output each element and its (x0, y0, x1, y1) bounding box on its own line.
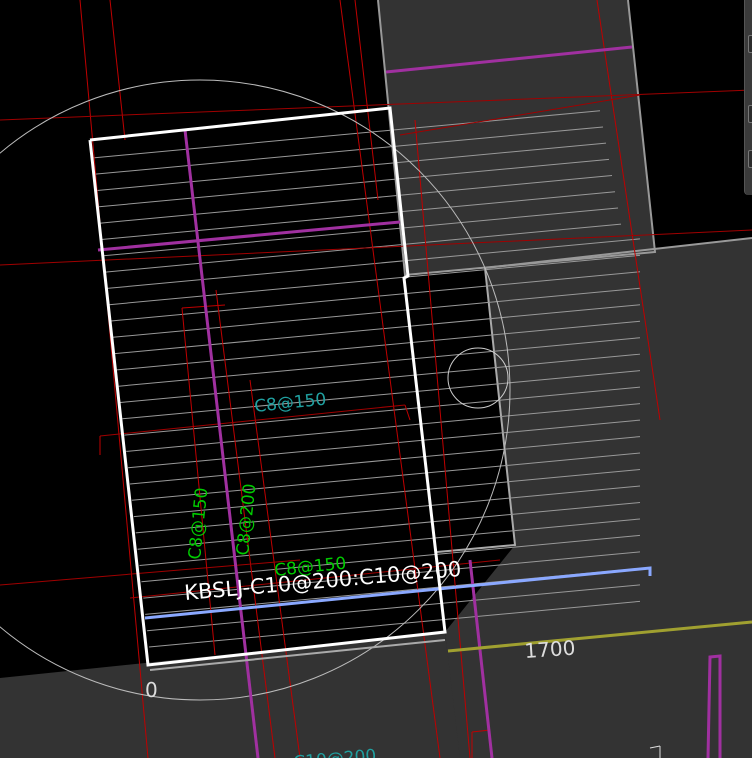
rebar-label: C8@200 (233, 483, 260, 557)
toolbar-button[interactable] (748, 105, 752, 123)
slab-bottom (0, 632, 460, 758)
dimension-label: 1700 (524, 635, 576, 662)
toolbar-button[interactable] (748, 35, 752, 53)
axis-line (99, 404, 406, 437)
axis-line (354, 0, 379, 201)
axis-line (404, 404, 411, 421)
axis-line (79, 0, 149, 758)
rebar-label: C8@150 (253, 390, 327, 417)
cad-drawing: C8@150 C8@150 C8@200 C8@150 KBSLJ-C10@20… (0, 0, 752, 758)
dimension-zero-label: 0 (145, 678, 158, 702)
side-toolbar[interactable] (744, 0, 752, 195)
axis-line (109, 0, 126, 141)
cad-viewport[interactable]: C8@150 C8@150 C8@200 C8@150 KBSLJ-C10@20… (0, 0, 752, 758)
toolbar-button[interactable] (748, 150, 752, 168)
rebar-label: C8@150 (185, 487, 212, 561)
